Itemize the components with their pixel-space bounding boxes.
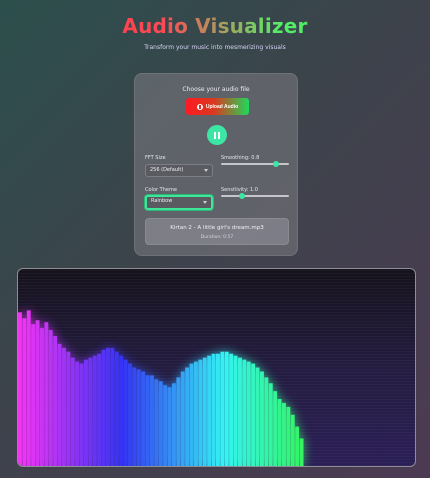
- spectrum-bar: [251, 363, 256, 466]
- spectrum-bar: [35, 320, 40, 466]
- spectrum-bar: [145, 375, 150, 466]
- spectrum-bar: [31, 324, 36, 466]
- spectrum-bar: [158, 381, 163, 466]
- spectrum-bar: [57, 343, 62, 466]
- sensitivity-slider-thumb[interactable]: [239, 193, 245, 199]
- spectrum-bar: [268, 383, 273, 466]
- spectrum-bar: [106, 347, 110, 466]
- app-title: Audio Visualizer: [0, 14, 430, 38]
- spectrum-bar: [123, 359, 128, 466]
- spectrum-bar: [66, 351, 71, 466]
- spectrum-bar: [141, 371, 146, 466]
- spectrum-bar: [62, 347, 66, 466]
- smoothing-label: Smoothing: 0.8: [221, 155, 260, 161]
- pause-button[interactable]: [207, 125, 227, 145]
- app-subtitle: Transform your music into mesmerizing vi…: [144, 44, 286, 51]
- spectrum-bar: [220, 351, 225, 466]
- spectrum-bar: [110, 347, 115, 466]
- spectrum-bar: [216, 353, 220, 466]
- spectrum-bar: [176, 377, 181, 466]
- spectrum-bar: [198, 359, 203, 466]
- smoothing-slider[interactable]: [221, 161, 289, 167]
- track-duration: Duration: 0:57: [200, 235, 234, 240]
- spectrum-bar: [295, 426, 300, 466]
- spectrum-bar: [48, 330, 53, 466]
- spectrum-bar: [44, 322, 49, 466]
- spectrum-bar: [101, 349, 106, 466]
- fft-size-label: FFT Size: [145, 155, 166, 161]
- spectrum-bar: [233, 355, 238, 466]
- control-panel: Choose your audio file Upload Audio FFT …: [134, 73, 298, 256]
- sensitivity-label: Sensitivity: 1.0: [221, 187, 258, 193]
- spectrum-bar: [79, 363, 84, 466]
- spectrum-bar: [229, 353, 234, 466]
- color-theme-label: Color Theme: [145, 187, 177, 193]
- spectrum-bar: [70, 357, 75, 466]
- fft-size-value: 256 (Default): [150, 167, 184, 173]
- fft-size-select[interactable]: 256 (Default): [145, 164, 213, 177]
- spectrum-bar: [277, 399, 282, 466]
- spectrum-bar: [290, 414, 295, 466]
- spectrum-bar: [88, 357, 93, 466]
- pause-icon: [214, 131, 216, 139]
- spectrum-bar: [163, 385, 168, 466]
- spectrum-bar: [194, 361, 198, 466]
- sensitivity-slider[interactable]: [221, 193, 289, 199]
- spectrum-bar: [185, 367, 190, 466]
- spectrum-bar: [84, 359, 88, 466]
- spectrum-bar: [97, 353, 102, 466]
- chevron-down-icon: [204, 169, 208, 172]
- visualizer-canvas: [17, 268, 416, 467]
- spectrum-bar: [299, 438, 304, 466]
- upload-audio-label: Upload Audio: [205, 103, 239, 110]
- spectrum-bar: [22, 318, 27, 466]
- now-playing-card: Kirtan 2 - A little girl's dream.mp3 Dur…: [145, 218, 289, 245]
- spectrum-bar: [260, 371, 264, 466]
- spectrum-bar: [92, 355, 97, 466]
- track-name: Kirtan 2 - A little girl's dream.mp3: [170, 225, 264, 231]
- spectrum-bar: [207, 355, 212, 466]
- spectrum-bar: [189, 363, 194, 466]
- spectrum-bar: [26, 310, 31, 466]
- spectrum-bar: [150, 375, 154, 466]
- spectrum-bar: [180, 371, 185, 466]
- spectrum-bar: [202, 357, 207, 466]
- spectrum-bar: [224, 351, 229, 466]
- color-theme-select[interactable]: Rainbow: [145, 195, 213, 210]
- spectrum-bar: [75, 361, 80, 466]
- spectrum-bars: [18, 310, 304, 466]
- spectrum-bar: [128, 363, 132, 466]
- spectrum-bar: [246, 361, 251, 466]
- spectrum-bar: [286, 406, 291, 466]
- spectrum-bar: [282, 402, 286, 466]
- spectrum-bar: [18, 312, 22, 466]
- spectrum-bar: [167, 387, 172, 466]
- color-theme-value: Rainbow: [151, 198, 173, 204]
- spectrum-bar: [211, 353, 216, 466]
- choose-file-label: Choose your audio file: [182, 86, 250, 93]
- spectrum-bar: [132, 367, 137, 466]
- spectrum-bar: [172, 383, 176, 466]
- spectrum-bar: [119, 355, 124, 466]
- spectrum-bar: [154, 379, 159, 466]
- spectrum-bar: [238, 357, 242, 466]
- spectrum-bar: [40, 328, 44, 466]
- smoothing-slider-thumb[interactable]: [273, 161, 279, 167]
- spectrum-bar: [136, 369, 141, 466]
- spectrum-bar: [264, 377, 269, 466]
- spectrum-bar: [114, 351, 119, 466]
- spectrum-bar: [273, 391, 278, 466]
- upload-audio-button[interactable]: Upload Audio: [186, 98, 249, 115]
- spectrum-bar: [242, 359, 247, 466]
- upload-icon: [196, 103, 203, 110]
- chevron-down-icon: [203, 201, 207, 204]
- spectrum-bar: [53, 335, 58, 466]
- spectrum-bar: [255, 367, 260, 466]
